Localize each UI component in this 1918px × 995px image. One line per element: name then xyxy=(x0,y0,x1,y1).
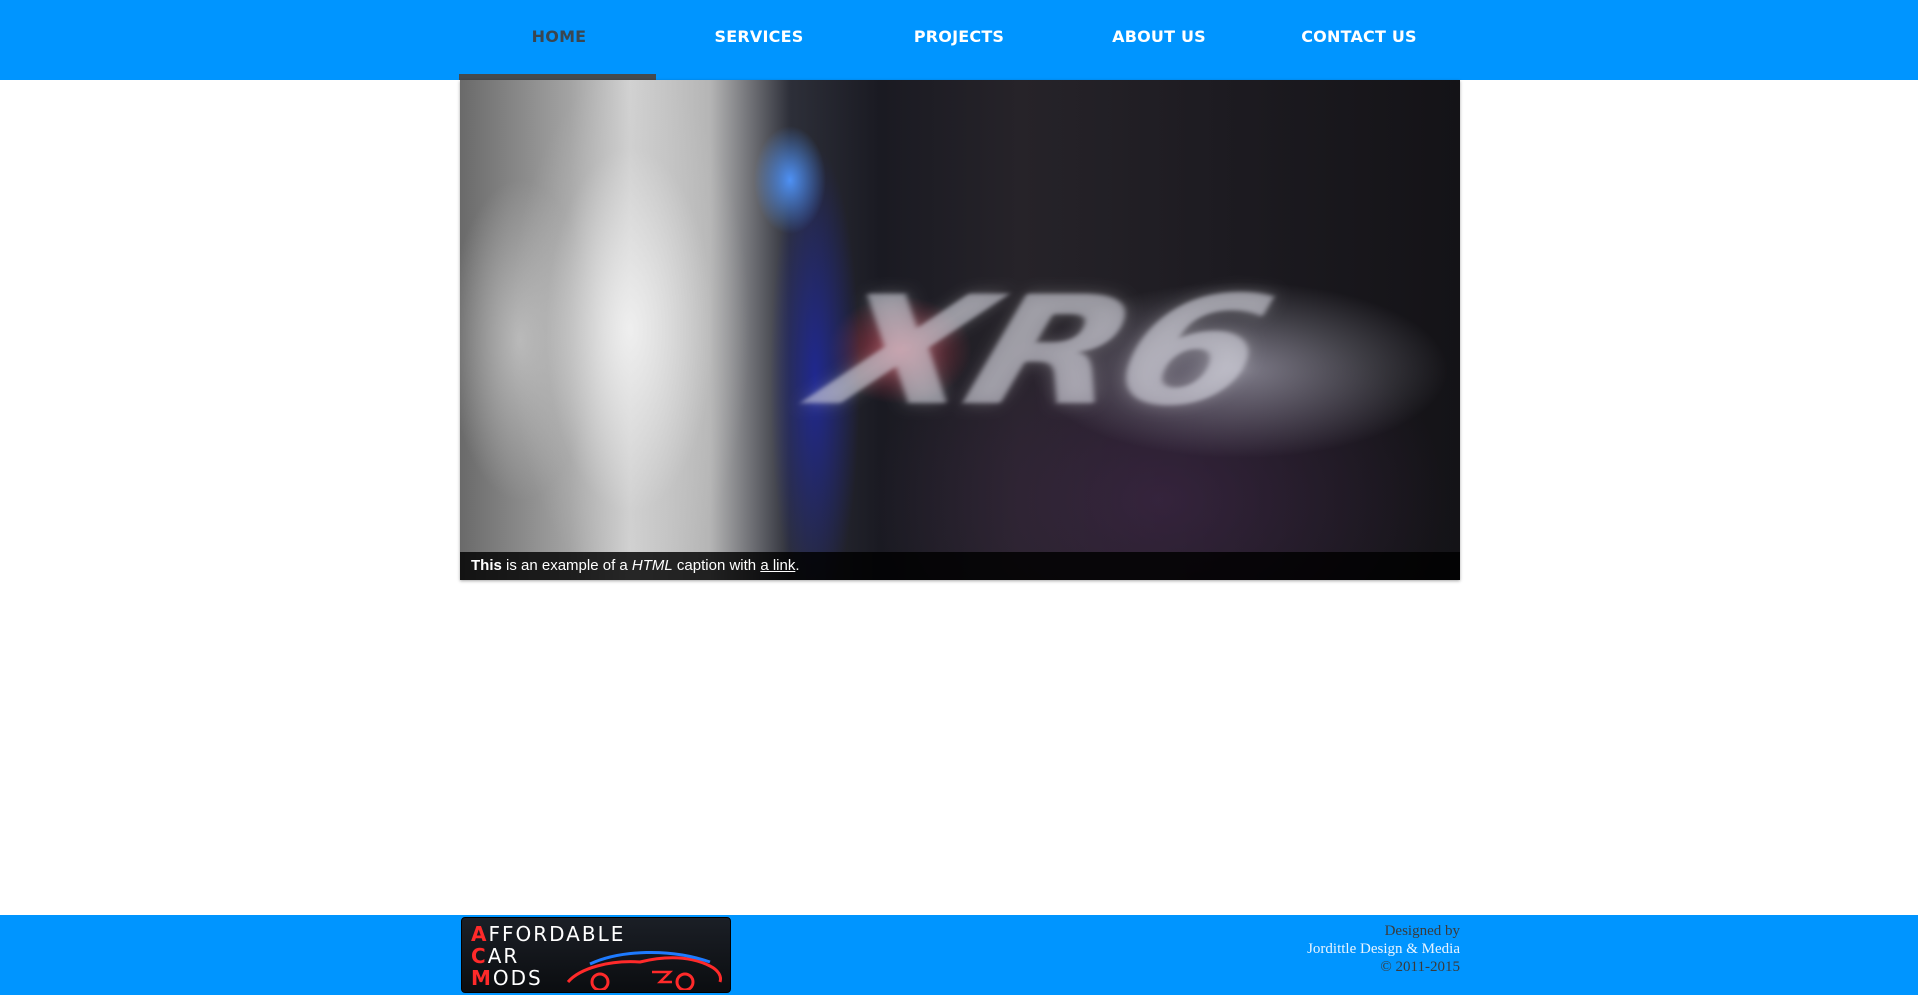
nav-item-contact-us[interactable]: CONTACT US xyxy=(1259,0,1459,80)
caption-bold: This xyxy=(471,557,502,574)
caption-text-2: caption with xyxy=(672,557,761,574)
image-slider[interactable]: XR6 This is an example of a HTML caption… xyxy=(460,80,1460,580)
slide-caption: This is an example of a HTML caption wit… xyxy=(460,552,1460,580)
logo-line-1: AFFORDABLE xyxy=(471,922,626,946)
logo-line-2: CAR xyxy=(471,944,520,968)
caption-italic: HTML xyxy=(631,557,673,574)
credits-designer-name[interactable]: Jordittle Design & Media xyxy=(1200,940,1460,958)
slide-image-xr6-badge xyxy=(460,80,1460,580)
main-nav: HOME SERVICES PROJECTS ABOUT US CONTACT … xyxy=(459,0,1459,80)
top-nav-bar: HOME SERVICES PROJECTS ABOUT US CONTACT … xyxy=(0,0,1918,80)
credits-copyright: © 2011-2015 xyxy=(1380,959,1460,975)
nav-item-services[interactable]: SERVICES xyxy=(659,0,859,80)
caption-end: . xyxy=(795,557,800,574)
nav-item-projects[interactable]: PROJECTS xyxy=(859,0,1059,80)
affordable-car-mods-logo[interactable]: AFFORDABLE CAR MODS xyxy=(461,917,731,993)
logo-line-3: MODS xyxy=(471,966,543,990)
nav-item-home[interactable]: HOME xyxy=(459,0,659,80)
credits-designed-by: Designed by xyxy=(1384,923,1460,939)
caption-text-1: is an example of a xyxy=(501,557,632,574)
car-silhouette-icon xyxy=(566,951,722,990)
caption-link[interactable]: a link xyxy=(760,557,795,574)
footer-credits: Designed by Jordittle Design & Media © 2… xyxy=(1200,922,1460,976)
nav-item-about-us[interactable]: ABOUT US xyxy=(1059,0,1259,80)
footer-bar xyxy=(0,915,1918,995)
